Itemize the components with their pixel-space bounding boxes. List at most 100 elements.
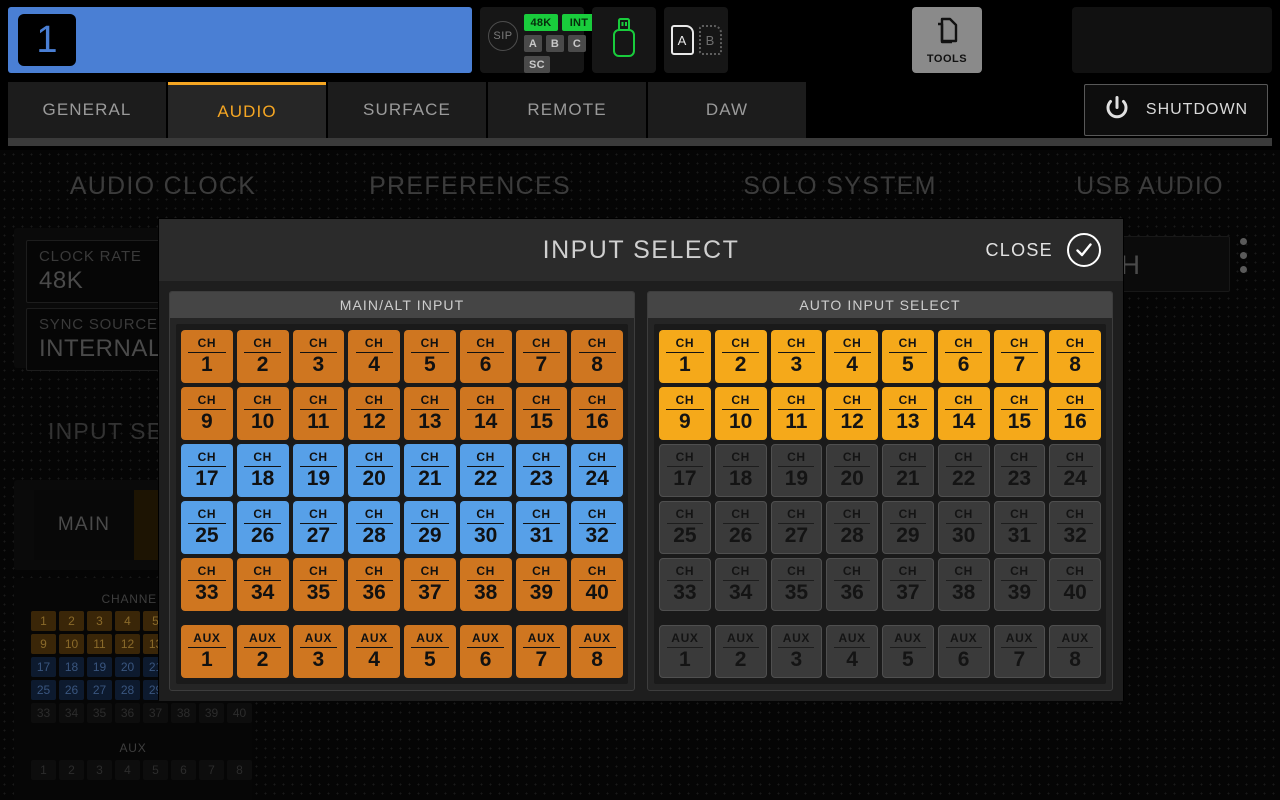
input-button-ch-6[interactable]: CH 6	[459, 330, 512, 383]
input-button-ch-11[interactable]: CH 11	[292, 387, 345, 440]
mini-cell[interactable]: 25	[31, 680, 56, 700]
auto-button-aux-2[interactable]: AUX 2	[714, 625, 767, 678]
mini-cell[interactable]: 3	[87, 611, 112, 631]
auto-button-aux-6[interactable]: AUX 6	[937, 625, 990, 678]
auto-button-aux-8[interactable]: AUX 8	[1049, 625, 1101, 678]
input-button-ch-22[interactable]: CH 22	[459, 444, 512, 497]
auto-button-ch-39[interactable]: CH 39	[993, 558, 1046, 611]
auto-button-ch-11[interactable]: CH 11	[770, 387, 823, 440]
more-vertical-icon[interactable]	[1240, 238, 1247, 273]
mini-cell[interactable]: 4	[115, 611, 140, 631]
mini-cell[interactable]: 35	[87, 703, 112, 723]
mini-cell[interactable]: 12	[115, 634, 140, 654]
segment-main[interactable]: MAIN	[34, 490, 134, 560]
input-button-ch-21[interactable]: CH 21	[404, 444, 456, 497]
mini-cell-aux[interactable]: 7	[199, 760, 224, 780]
input-button-aux-1[interactable]: AUX 1	[181, 625, 233, 678]
input-button-ch-3[interactable]: CH 3	[292, 330, 345, 383]
input-button-ch-38[interactable]: CH 38	[459, 558, 512, 611]
input-button-ch-9[interactable]: CH 9	[181, 387, 233, 440]
auto-button-ch-19[interactable]: CH 19	[770, 444, 823, 497]
input-button-ch-27[interactable]: CH 27	[292, 501, 345, 554]
close-button[interactable]: CLOSE	[985, 233, 1101, 267]
snapshot-bar[interactable]: 1	[8, 7, 472, 73]
tab-general[interactable]: GENERAL	[8, 82, 166, 138]
auto-button-ch-5[interactable]: CH 5	[882, 330, 934, 383]
auto-button-aux-1[interactable]: AUX 1	[659, 625, 711, 678]
auto-button-ch-15[interactable]: CH 15	[993, 387, 1046, 440]
mini-cell[interactable]: 10	[59, 634, 84, 654]
auto-button-ch-4[interactable]: CH 4	[826, 330, 878, 383]
auto-button-aux-5[interactable]: AUX 5	[882, 625, 934, 678]
auto-button-ch-12[interactable]: CH 12	[826, 387, 878, 440]
input-button-ch-1[interactable]: CH 1	[181, 330, 233, 383]
auto-button-ch-28[interactable]: CH 28	[826, 501, 878, 554]
mini-cell[interactable]: 2	[59, 611, 84, 631]
input-button-ch-33[interactable]: CH 33	[181, 558, 233, 611]
auto-button-ch-16[interactable]: CH 16	[1049, 387, 1101, 440]
mini-cell[interactable]: 17	[31, 657, 56, 677]
auto-button-ch-33[interactable]: CH 33	[659, 558, 711, 611]
auto-button-ch-30[interactable]: CH 30	[937, 501, 990, 554]
auto-button-ch-29[interactable]: CH 29	[882, 501, 934, 554]
auto-button-ch-24[interactable]: CH 24	[1049, 444, 1101, 497]
auto-button-ch-3[interactable]: CH 3	[770, 330, 823, 383]
tab-surface[interactable]: SURFACE	[328, 82, 486, 138]
input-button-ch-10[interactable]: CH 10	[236, 387, 289, 440]
input-button-aux-4[interactable]: AUX 4	[348, 625, 400, 678]
mini-cell[interactable]: 18	[59, 657, 84, 677]
mini-cell-aux[interactable]: 3	[87, 760, 112, 780]
input-button-aux-3[interactable]: AUX 3	[292, 625, 345, 678]
auto-button-ch-34[interactable]: CH 34	[714, 558, 767, 611]
mini-cell[interactable]: 20	[115, 657, 140, 677]
mini-cell[interactable]: 40	[227, 703, 252, 723]
input-button-ch-16[interactable]: CH 16	[571, 387, 623, 440]
mini-cell[interactable]: 1	[31, 611, 56, 631]
mini-cell[interactable]: 11	[87, 634, 112, 654]
input-button-ch-32[interactable]: CH 32	[571, 501, 623, 554]
auto-button-ch-20[interactable]: CH 20	[826, 444, 878, 497]
input-button-ch-2[interactable]: CH 2	[236, 330, 289, 383]
input-button-aux-2[interactable]: AUX 2	[236, 625, 289, 678]
auto-button-ch-8[interactable]: CH 8	[1049, 330, 1101, 383]
mini-cell[interactable]: 26	[59, 680, 84, 700]
input-button-ch-31[interactable]: CH 31	[515, 501, 568, 554]
auto-button-ch-2[interactable]: CH 2	[714, 330, 767, 383]
auto-button-ch-13[interactable]: CH 13	[882, 387, 934, 440]
mini-cell[interactable]: 37	[143, 703, 168, 723]
input-button-ch-30[interactable]: CH 30	[459, 501, 512, 554]
input-button-ch-37[interactable]: CH 37	[404, 558, 456, 611]
mini-cell-aux[interactable]: 2	[59, 760, 84, 780]
input-button-ch-8[interactable]: CH 8	[571, 330, 623, 383]
auto-button-ch-27[interactable]: CH 27	[770, 501, 823, 554]
mini-cell[interactable]: 19	[87, 657, 112, 677]
input-button-aux-8[interactable]: AUX 8	[571, 625, 623, 678]
tools-button[interactable]: TOOLS	[912, 7, 982, 73]
input-button-ch-20[interactable]: CH 20	[348, 444, 400, 497]
input-button-ch-18[interactable]: CH 18	[236, 444, 289, 497]
card-a-icon[interactable]: A	[670, 25, 694, 55]
auto-button-ch-1[interactable]: CH 1	[659, 330, 711, 383]
mini-cell[interactable]: 28	[115, 680, 140, 700]
input-button-ch-39[interactable]: CH 39	[515, 558, 568, 611]
mini-cell[interactable]: 38	[171, 703, 196, 723]
card-b-icon[interactable]: B	[698, 25, 722, 55]
input-button-ch-25[interactable]: CH 25	[181, 501, 233, 554]
auto-button-ch-25[interactable]: CH 25	[659, 501, 711, 554]
auto-button-ch-10[interactable]: CH 10	[714, 387, 767, 440]
auto-button-ch-18[interactable]: CH 18	[714, 444, 767, 497]
auto-button-ch-17[interactable]: CH 17	[659, 444, 711, 497]
input-button-ch-12[interactable]: CH 12	[348, 387, 400, 440]
auto-button-aux-7[interactable]: AUX 7	[993, 625, 1046, 678]
input-button-ch-36[interactable]: CH 36	[348, 558, 400, 611]
input-button-ch-23[interactable]: CH 23	[515, 444, 568, 497]
mini-cell[interactable]: 33	[31, 703, 56, 723]
input-button-aux-7[interactable]: AUX 7	[515, 625, 568, 678]
shutdown-button[interactable]: SHUTDOWN	[1084, 84, 1268, 136]
mini-cell-aux[interactable]: 5	[143, 760, 168, 780]
auto-button-ch-21[interactable]: CH 21	[882, 444, 934, 497]
auto-button-ch-9[interactable]: CH 9	[659, 387, 711, 440]
status-tile[interactable]: SIP 48K INT A B C SC	[480, 7, 596, 73]
auto-button-ch-23[interactable]: CH 23	[993, 444, 1046, 497]
input-button-ch-19[interactable]: CH 19	[292, 444, 345, 497]
